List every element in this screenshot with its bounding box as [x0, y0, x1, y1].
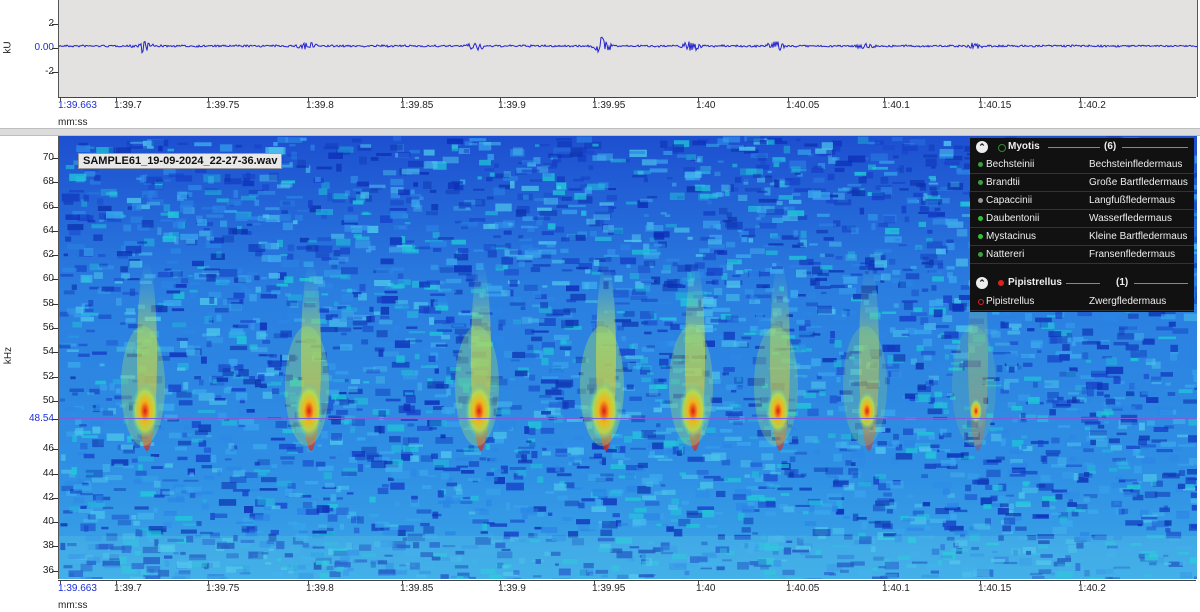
x-tick-label: 1:39.75 — [206, 583, 240, 594]
x-tick-label: 1:40.15 — [978, 100, 1012, 111]
species-latin-name: Bechsteinii — [986, 159, 1035, 170]
spectrogram-y-tick-label: 48.54 — [28, 412, 54, 424]
x-tick-label: 1:39.85 — [400, 100, 434, 111]
species-status-dot — [978, 299, 984, 305]
species-row[interactable]: Brandtii Große Bartfledermaus — [970, 174, 1194, 192]
group-status-dot — [998, 144, 1006, 152]
species-row[interactable]: Capaccinii Langfußfledermaus — [970, 192, 1194, 210]
x-tick-label: 1:39.8 — [306, 583, 334, 594]
x-tick-label: 1:39.75 — [206, 100, 240, 111]
group-divider-line — [1122, 147, 1188, 148]
species-status-dot — [978, 216, 983, 221]
waveform-unit-label: kU — [2, 41, 14, 54]
waveform-x-axis — [58, 97, 1196, 98]
x-tick-label: 1:40.1 — [882, 100, 910, 111]
species-group-count: (6) — [1104, 141, 1117, 152]
species-german-name: Fransenfledermaus — [1089, 249, 1176, 260]
species-row[interactable]: Pipistrellus Zwergfledermaus — [970, 293, 1194, 311]
species-german-name: Große Bartfledermaus — [1089, 177, 1188, 188]
species-latin-name: Capaccinii — [986, 195, 1033, 206]
x-tick-label: 1:39.85 — [400, 583, 434, 594]
species-group-count: (1) — [1116, 277, 1129, 288]
x-tick-label: 1:39.663 — [58, 583, 97, 594]
species-german-name: Langfußfledermaus — [1089, 195, 1176, 206]
waveform-trace — [59, 36, 1197, 54]
waveform-signal — [59, 36, 1197, 54]
group-divider-line — [1048, 147, 1100, 148]
spectrogram-unit-label: kHz — [3, 346, 15, 365]
species-german-name: Bechsteinfledermaus — [1089, 159, 1183, 170]
species-status-dot — [978, 252, 983, 257]
species-group-myotis[interactable]: ⌃ Myotis (6) — [970, 139, 1194, 155]
species-german-name: Zwergfledermaus — [1089, 296, 1167, 307]
species-status-dot — [978, 198, 983, 203]
x-tick-label: 1:39.95 — [592, 100, 626, 111]
file-name-label: SAMPLE61_19-09-2024_22-27-36.wav — [78, 153, 283, 169]
x-tick-label: 1:39.9 — [498, 583, 526, 594]
x-tick-label: 1:40.2 — [1078, 583, 1106, 594]
x-tick-label: 1:40 — [696, 583, 716, 594]
species-panel: ⌃ Myotis (6) Bechsteinii Bechsteinflederm… — [970, 138, 1194, 312]
group-status-dot — [998, 280, 1004, 286]
x-tick-label: 1:40.05 — [786, 583, 820, 594]
species-group-name: Myotis — [1008, 141, 1040, 152]
x-tick-label: 1:39.8 — [306, 100, 334, 111]
waveform-panel: kU 2 0.00 -2 1:39.6631:39.71:39.751:39.8… — [0, 0, 1200, 130]
x-tick-label: 1:40 — [696, 100, 716, 111]
species-german-name: Wasserfledermaus — [1089, 213, 1172, 224]
species-row[interactable]: Bechsteinii Bechsteinfledermaus — [970, 156, 1194, 174]
x-tick-label: 1:39.9 — [498, 100, 526, 111]
waveform-plot[interactable] — [58, 0, 1198, 97]
collapse-chevron-icon[interactable]: ⌃ — [976, 141, 988, 153]
species-german-name: Kleine Bartfledermaus — [1089, 231, 1188, 242]
group-divider-line — [1066, 283, 1100, 284]
x-tick-label: 1:39.7 — [114, 583, 142, 594]
x-tick-label: 1:40.2 — [1078, 100, 1106, 111]
species-latin-name: Daubentonii — [986, 213, 1040, 224]
species-status-dot — [978, 162, 983, 167]
x-tick-label: 1:40.15 — [978, 583, 1012, 594]
species-status-dot — [978, 234, 983, 239]
collapse-chevron-icon[interactable]: ⌃ — [976, 277, 988, 289]
species-row[interactable]: Nattereri Fransenfledermaus — [970, 246, 1194, 264]
species-row[interactable]: Mystacinus Kleine Bartfledermaus — [970, 228, 1194, 246]
x-tick-label: 1:39.663 — [58, 100, 97, 111]
species-status-dot — [978, 180, 983, 185]
x-tick-label: 1:40.1 — [882, 583, 910, 594]
waveform-x-unit: mm:ss — [58, 117, 88, 128]
x-tick-label: 1:40.05 — [786, 100, 820, 111]
species-latin-name: Mystacinus — [986, 231, 1037, 242]
species-latin-name: Nattereri — [986, 249, 1025, 260]
x-tick-label: 1:39.95 — [592, 583, 626, 594]
species-row[interactable]: Daubentonii Wasserfledermaus — [970, 210, 1194, 228]
species-latin-name: Brandtii — [986, 177, 1020, 188]
species-group-pipistrellus[interactable]: ⌃ Pipistrellus (1) — [970, 275, 1194, 291]
x-tick-label: 1:39.7 — [114, 100, 142, 111]
panel-splitter[interactable] — [0, 128, 1200, 136]
group-divider-line — [1134, 283, 1188, 284]
spectrogram-x-unit: mm:ss — [58, 600, 88, 611]
species-latin-name: Pipistrellus — [986, 296, 1035, 307]
species-group-name: Pipistrellus — [1008, 277, 1062, 288]
spectrogram-x-axis — [58, 580, 1196, 581]
